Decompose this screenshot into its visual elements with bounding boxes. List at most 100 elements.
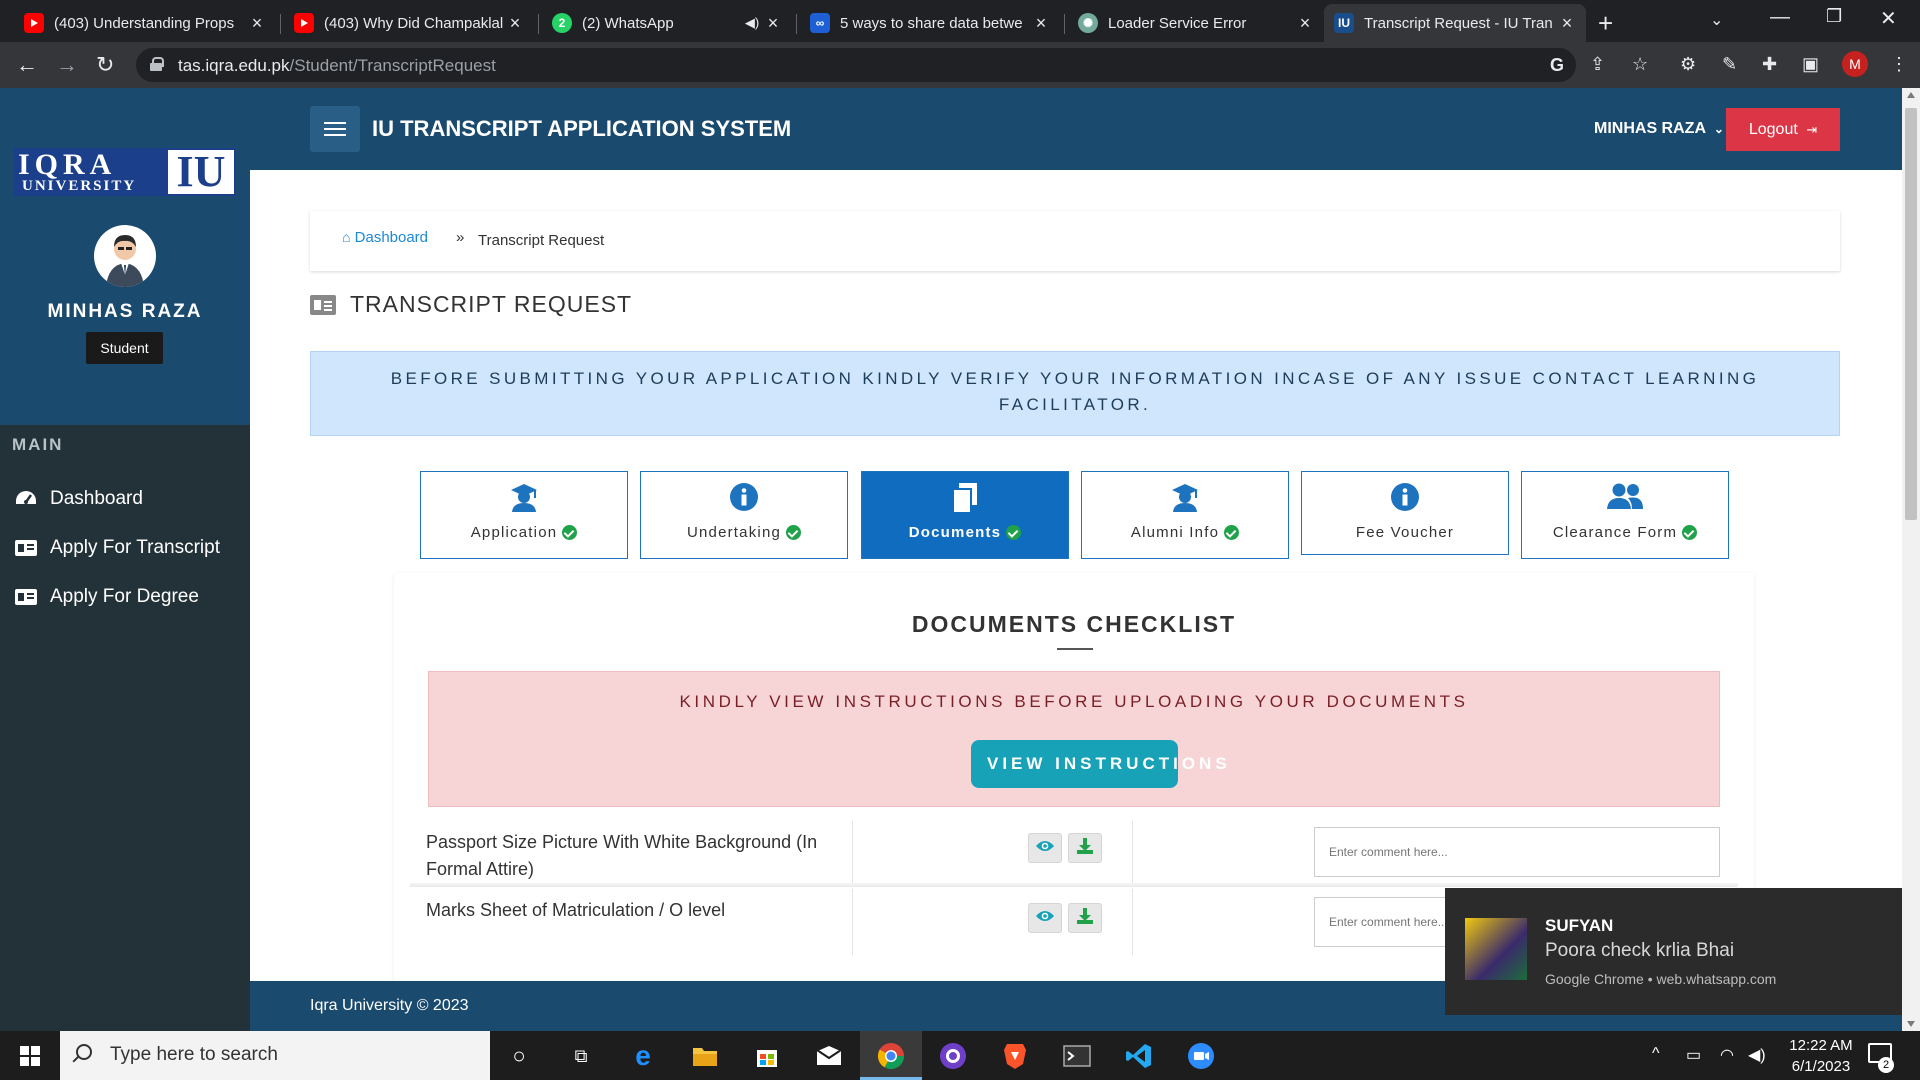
browser-tab[interactable]: ✺ Loader Service Error ×: [1068, 4, 1324, 42]
document-comment-input[interactable]: [1314, 827, 1720, 877]
browser-tab-active[interactable]: IU Transcript Request - IU Tran ×: [1324, 4, 1586, 42]
more-menu-icon[interactable]: ⋮: [1890, 54, 1908, 75]
store-icon[interactable]: [750, 1039, 784, 1073]
side-panel-icon[interactable]: ▣: [1802, 54, 1819, 75]
forward-icon[interactable]: →: [56, 52, 78, 78]
sidebar-item-dashboard[interactable]: Dashboard: [14, 479, 143, 519]
view-instructions-button[interactable]: VIEW INSTRUCTIONS: [971, 740, 1227, 788]
user-dropdown-label: MINHAS RAZA: [1594, 120, 1706, 137]
vscode-icon[interactable]: [1122, 1039, 1156, 1073]
step-fee-voucher[interactable]: Fee Voucher: [1301, 471, 1509, 555]
avatar: [94, 225, 156, 287]
mail-icon[interactable]: [812, 1039, 846, 1073]
step-label: Clearance Form: [1522, 524, 1728, 541]
menu-toggle-icon[interactable]: [310, 106, 360, 152]
close-window-icon[interactable]: ✕: [1880, 6, 1897, 31]
new-tab-icon[interactable]: +: [1598, 8, 1613, 39]
chrome-icon[interactable]: [874, 1039, 908, 1073]
close-icon[interactable]: ×: [764, 13, 782, 34]
extension-gear-icon[interactable]: ⚙: [1680, 54, 1696, 75]
minimize-icon[interactable]: —: [1770, 6, 1790, 29]
close-icon[interactable]: ×: [248, 13, 266, 34]
view-document-button[interactable]: [1028, 903, 1062, 933]
step-alumni-info[interactable]: Alumni Info: [1081, 471, 1289, 559]
step-label: Fee Voucher: [1302, 524, 1508, 541]
iqra-university-logo[interactable]: IQRA UNIVERSITY IU: [14, 148, 236, 196]
view-document-button[interactable]: [1028, 833, 1062, 863]
whatsapp-icon: 2: [552, 13, 572, 33]
breadcrumb-current: Transcript Request: [478, 232, 605, 249]
cortana-icon[interactable]: ○: [502, 1039, 536, 1073]
url-host: tas.iqra.edu.pk: [178, 56, 290, 75]
download-document-button[interactable]: [1068, 903, 1102, 933]
volume-icon[interactable]: ◀): [1748, 1045, 1766, 1065]
contact-avatar: [1465, 918, 1527, 980]
footer-copyright: Iqra University © 2023: [310, 997, 469, 1014]
terminal-icon[interactable]: [1060, 1039, 1094, 1073]
step-label-text: Documents: [908, 524, 1002, 541]
whatsapp-notification[interactable]: SUFYAN Poora check krlia Bhai Google Chr…: [1445, 888, 1902, 1015]
eyedropper-icon[interactable]: ✎: [1722, 54, 1737, 75]
taskbar-search[interactable]: Type here to search: [60, 1031, 490, 1080]
task-view-icon[interactable]: ⧉: [564, 1039, 598, 1073]
step-clearance-form[interactable]: Clearance Form: [1521, 471, 1729, 559]
logo-mark: IU: [168, 150, 234, 194]
wifi-icon[interactable]: ◠: [1720, 1045, 1734, 1065]
check-circle-icon: [1006, 525, 1022, 540]
github-desktop-icon[interactable]: [936, 1039, 970, 1073]
share-icon[interactable]: ⇪: [1590, 54, 1605, 75]
close-icon[interactable]: ×: [1296, 13, 1314, 34]
file-explorer-icon[interactable]: [688, 1039, 722, 1073]
chevron-down-icon[interactable]: ⌄: [1710, 10, 1723, 30]
menu-heading: MAIN: [12, 435, 64, 454]
browser-tab[interactable]: ∞ 5 ways to share data betwe ×: [800, 4, 1060, 42]
role-badge: Student: [86, 332, 163, 364]
tab-title: (403) Why Did Champaklal: [324, 14, 504, 32]
user-dropdown[interactable]: MINHAS RAZA ⌄: [1594, 120, 1724, 138]
close-icon[interactable]: ×: [506, 13, 524, 34]
bookmark-star-icon[interactable]: ☆: [1632, 54, 1648, 75]
tab-title: (2) WhatsApp: [582, 14, 674, 32]
close-icon[interactable]: ×: [1558, 13, 1576, 34]
logo-text-top: IQRA: [18, 148, 117, 181]
step-label-text: Fee Voucher: [1355, 524, 1455, 541]
download-document-button[interactable]: [1068, 833, 1102, 863]
step-application[interactable]: Application: [420, 471, 628, 559]
browser-tab[interactable]: 2 (2) WhatsApp ◀) ×: [542, 4, 792, 42]
step-undertaking[interactable]: Undertaking: [640, 471, 848, 559]
scroll-down-icon[interactable]: [1907, 1021, 1915, 1027]
breadcrumb-dashboard-link[interactable]: ⌂ Dashboard: [342, 229, 428, 246]
windows-start-icon[interactable]: [20, 1046, 40, 1066]
google-icon[interactable]: G: [1550, 55, 1564, 76]
logout-button[interactable]: Logout ⇥: [1726, 108, 1840, 151]
scrollbar-thumb[interactable]: [1905, 108, 1917, 520]
sidebar-item-apply-transcript[interactable]: Apply For Transcript: [14, 528, 220, 568]
address-bar[interactable]: tas.iqra.edu.pk/Student/TranscriptReques…: [136, 48, 1576, 82]
speaker-icon[interactable]: ◀): [740, 15, 764, 31]
chevron-up-icon[interactable]: ^: [1652, 1045, 1660, 1063]
profile-avatar[interactable]: M: [1842, 51, 1868, 77]
zoom-icon[interactable]: [1184, 1039, 1218, 1073]
puzzle-extensions-icon[interactable]: ✚: [1762, 54, 1777, 75]
battery-icon[interactable]: ▭: [1686, 1045, 1701, 1065]
sidebar-item-apply-degree[interactable]: Apply For Degree: [14, 577, 199, 617]
edge-icon[interactable]: e: [626, 1039, 660, 1073]
back-icon[interactable]: ←: [16, 52, 38, 78]
browser-tab[interactable]: (403) Why Did Champaklal ×: [284, 4, 534, 42]
tab-divider: [538, 14, 539, 34]
sidebar-item-label: Apply For Transcript: [50, 537, 220, 558]
lock-icon[interactable]: [150, 57, 164, 71]
close-icon[interactable]: ×: [1032, 13, 1050, 34]
column-divider: [1132, 889, 1133, 955]
brave-icon[interactable]: [998, 1039, 1032, 1073]
checklist-title: DOCUMENTS CHECKLIST: [911, 611, 1237, 637]
page-scrollbar[interactable]: [1902, 88, 1920, 1031]
info-icon: [1302, 482, 1508, 512]
step-documents[interactable]: Documents: [861, 471, 1069, 559]
reload-icon[interactable]: ↻: [96, 52, 114, 78]
system-clock[interactable]: 12:22 AM 6/1/2023: [1776, 1035, 1866, 1077]
step-label-text: Application: [470, 524, 558, 541]
scroll-up-icon[interactable]: [1907, 92, 1915, 98]
restore-icon[interactable]: ❐: [1826, 6, 1842, 27]
browser-tab[interactable]: (403) Understanding Props ×: [14, 4, 276, 42]
